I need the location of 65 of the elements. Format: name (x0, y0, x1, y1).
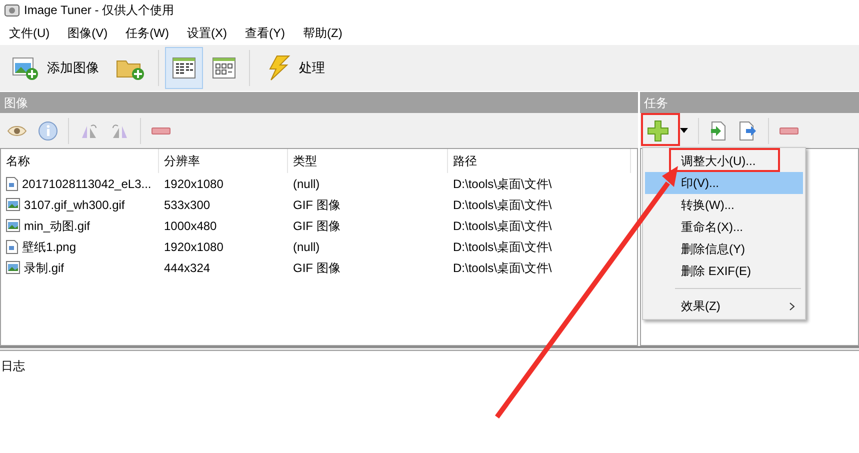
toolbar-button[interactable]: 处理 (256, 47, 332, 89)
grid-view-icon (212, 57, 236, 79)
table-cell-text: D:\tools\桌面\文件\ (452, 260, 553, 276)
document-file-icon (6, 176, 18, 190)
file-name-cell[interactable]: 录制.gif (1, 257, 159, 278)
image-file-icon (6, 198, 20, 211)
file-name-cell[interactable]: 20171028113042_eL3... (1, 173, 159, 194)
menu-item[interactable]: 删除信息(Y) (645, 238, 803, 260)
table-cell-text: D:\tools\桌面\文件\ (452, 238, 553, 256)
view-button[interactable] (165, 47, 203, 89)
menu-item[interactable]: 设置(X) (178, 24, 236, 42)
menu-item[interactable]: 图像(V) (58, 24, 117, 42)
menu-item[interactable]: 印(V)... (645, 172, 803, 194)
table-cell-text: 444x324 (163, 260, 212, 276)
menu-item[interactable]: 查看(Y) (236, 24, 294, 42)
table-cell-text: (null) (292, 238, 321, 256)
document-in-icon (709, 120, 727, 140)
file-name-cell[interactable]: 壁纸1.png (1, 236, 159, 257)
document-out-icon (738, 120, 758, 140)
column-header[interactable]: 类型 (288, 149, 448, 173)
table-cell-text: GIF 图像 (292, 196, 342, 214)
eye-icon (7, 124, 27, 138)
table-cell-text: GIF 图像 (292, 218, 342, 234)
file-name-cell[interactable]: min_动图.gif (1, 215, 159, 236)
document-file-icon (6, 240, 18, 254)
column-header[interactable]: 路径 (448, 149, 631, 173)
flip-left-icon (79, 122, 99, 140)
table-cell-text: D:\tools\桌面\文件\ (452, 176, 553, 192)
menu-item[interactable]: 转换(W)... (645, 194, 803, 216)
menu-item[interactable]: 效果(Z) (645, 295, 803, 317)
highlight-frame (641, 113, 680, 146)
table-cell-text: D:\tools\桌面\文件\ (452, 218, 553, 234)
menu-item[interactable]: 帮助(Z) (294, 24, 352, 42)
log-label: 日志 (0, 358, 26, 375)
menu-item[interactable]: 删除 EXIF(E) (645, 260, 803, 282)
table-cell-text: 1920x1080 (163, 238, 224, 256)
info-icon (38, 120, 58, 140)
table-cell-text: D:\tools\桌面\文件\ (452, 196, 553, 214)
table-cell-text: 1000x480 (163, 218, 218, 234)
app-icon (4, 2, 20, 18)
image-file-icon (6, 219, 20, 232)
panel-header: 任务 (640, 92, 859, 113)
toolbar-button[interactable]: 添加图像 (4, 47, 106, 89)
table-cell-text: 533x300 (163, 196, 212, 214)
window-title: Image Tuner - 仅供人个使用 (24, 2, 174, 19)
panel-header: 图像 (0, 92, 638, 113)
column-header[interactable]: 名称 (1, 149, 159, 173)
file-name-cell[interactable]: 3107.gif_wh300.gif (1, 194, 159, 215)
plus-icon (647, 120, 669, 142)
menu-item[interactable]: 重命名(X)... (645, 216, 803, 238)
flip-right-icon (110, 122, 130, 140)
menu-item[interactable]: 调整大小(U)... (645, 150, 803, 172)
table-cell-text: 1920x1080 (163, 176, 224, 192)
table-cell-text: GIF 图像 (292, 260, 342, 276)
minus-icon (779, 126, 799, 134)
chevron-right-icon (789, 302, 795, 310)
list-view-icon (172, 57, 196, 79)
column-header[interactable]: 分辨率 (159, 149, 288, 173)
menu-item[interactable]: 任务(W) (116, 24, 178, 42)
caret-icon (680, 128, 688, 133)
picture-add-icon (11, 55, 39, 81)
menu-item[interactable]: 文件(U) (0, 24, 59, 42)
table-cell-text: (null) (292, 176, 321, 192)
minus-icon (151, 126, 171, 134)
image-file-icon (6, 261, 20, 274)
